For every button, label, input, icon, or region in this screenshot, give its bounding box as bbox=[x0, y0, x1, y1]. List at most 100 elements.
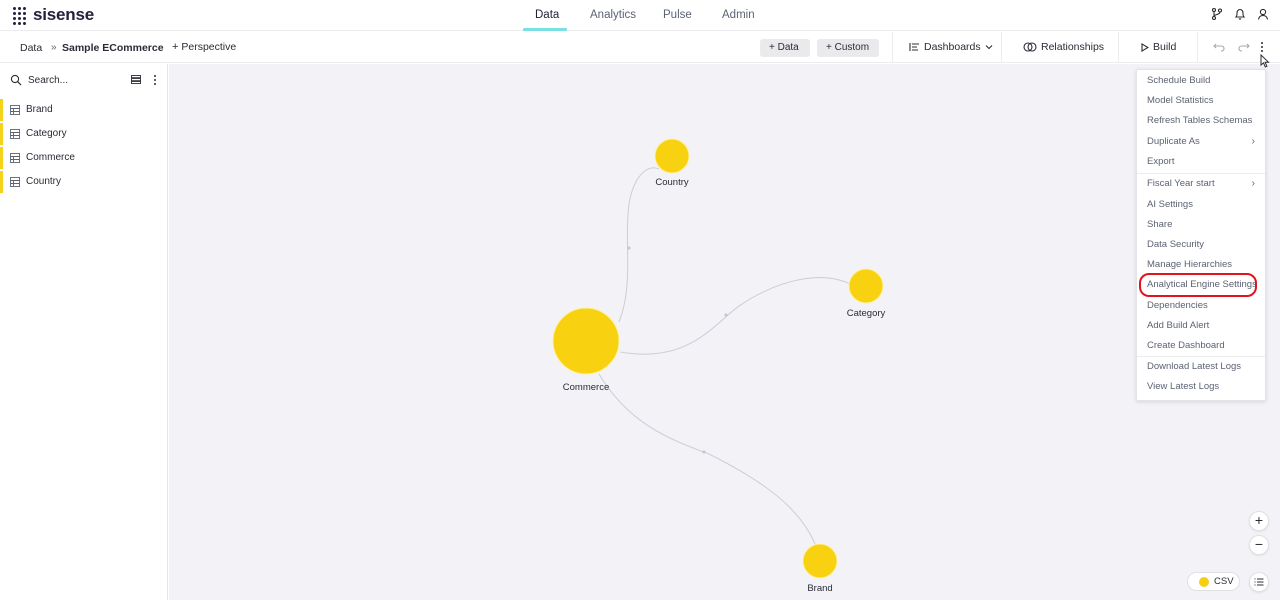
table-name: Category bbox=[26, 128, 67, 139]
menu-item-export[interactable]: Export bbox=[1137, 152, 1265, 172]
table-name: Commerce bbox=[26, 152, 75, 163]
menu-item-label: Analytical Engine Settings bbox=[1147, 279, 1257, 290]
table-name: Country bbox=[26, 176, 62, 187]
bell-icon[interactable] bbox=[1233, 7, 1247, 21]
table-icon bbox=[10, 105, 20, 115]
node-label-category[interactable]: Category bbox=[847, 308, 886, 319]
menu-item-data-security[interactable]: Data Security bbox=[1137, 235, 1265, 255]
relationships-icon bbox=[1023, 42, 1037, 52]
node-label-brand[interactable]: Brand bbox=[807, 583, 832, 594]
menu-item-add-build-alert[interactable]: Add Build Alert bbox=[1137, 316, 1265, 336]
menu-item-duplicate-as[interactable]: Duplicate As › bbox=[1137, 132, 1265, 152]
node-country bbox=[654, 138, 690, 174]
add-perspective-button[interactable]: + Perspective bbox=[172, 41, 236, 53]
perspective-label: Perspective bbox=[181, 41, 237, 53]
tab-analytics[interactable]: Analytics bbox=[590, 9, 636, 21]
add-custom-label: Custom bbox=[834, 42, 870, 53]
tables-search-input[interactable] bbox=[28, 73, 118, 87]
table-type-accent bbox=[0, 147, 3, 169]
build-label: Build bbox=[1153, 41, 1177, 53]
chevron-right-icon: › bbox=[1251, 136, 1255, 147]
chevron-down-icon bbox=[985, 45, 993, 50]
menu-item-label: Schedule Build bbox=[1147, 75, 1211, 86]
table-item-commerce[interactable]: Commerce bbox=[0, 146, 167, 170]
model-toolbar: Data » Sample ECommerce + Perspective + … bbox=[0, 32, 1280, 63]
list-icon bbox=[1254, 578, 1264, 586]
model-canvas[interactable]: Country Category Commerce Brand bbox=[169, 64, 1280, 600]
menu-item-fiscal-year-start[interactable]: Fiscal Year start › bbox=[1137, 174, 1265, 194]
menu-item-refresh-tables-schemas[interactable]: Refresh Tables Schemas bbox=[1137, 111, 1265, 131]
menu-item-label: Manage Hierarchies bbox=[1147, 259, 1233, 270]
node-brand bbox=[802, 543, 838, 579]
user-icon[interactable] bbox=[1256, 7, 1270, 21]
sisense-logo[interactable]: sisense bbox=[13, 5, 94, 25]
panel-more-kebab-icon[interactable] bbox=[152, 74, 158, 86]
toolbar-divider bbox=[1118, 32, 1119, 63]
breadcrumb-data-link[interactable]: Data bbox=[20, 42, 42, 54]
tables-list: Brand Category Commerce Country bbox=[0, 98, 167, 194]
zoom-out-button[interactable]: − bbox=[1249, 535, 1269, 555]
table-icon bbox=[10, 129, 20, 139]
relationship-edge-commerce-brand bbox=[598, 373, 821, 560]
list-view-icon[interactable] bbox=[131, 75, 141, 84]
menu-item-create-dashboard[interactable]: Create Dashboard bbox=[1137, 336, 1265, 356]
csv-legend[interactable]: CSV bbox=[1187, 572, 1240, 591]
plus-icon: + bbox=[1254, 512, 1264, 528]
table-item-brand[interactable]: Brand bbox=[0, 98, 167, 122]
table-item-category[interactable]: Category bbox=[0, 122, 167, 146]
edge-midpoint-marker bbox=[724, 313, 728, 317]
add-data-button[interactable]: + Data bbox=[760, 39, 810, 57]
edge-midpoint-marker bbox=[627, 246, 631, 250]
table-type-accent bbox=[0, 123, 3, 145]
node-label-commerce[interactable]: Commerce bbox=[563, 382, 609, 393]
build-button[interactable]: Build bbox=[1141, 41, 1176, 53]
edge-midpoint-marker bbox=[702, 450, 706, 454]
tab-data[interactable]: Data bbox=[535, 9, 559, 21]
menu-item-analytical-engine-settings[interactable]: Analytical Engine Settings bbox=[1137, 275, 1265, 295]
tab-pulse[interactable]: Pulse bbox=[663, 9, 692, 21]
menu-item-label: Model Statistics bbox=[1147, 95, 1214, 106]
menu-item-label: Add Build Alert bbox=[1147, 320, 1210, 331]
node-label-country[interactable]: Country bbox=[655, 177, 688, 188]
breadcrumb-model-name: Sample ECommerce bbox=[62, 42, 164, 54]
tables-panel: Brand Category Commerce Country bbox=[0, 64, 168, 600]
csv-legend-label: CSV bbox=[1214, 576, 1234, 587]
menu-item-download-latest-logs[interactable]: Download Latest Logs bbox=[1137, 357, 1265, 377]
table-type-accent bbox=[0, 99, 3, 121]
menu-item-dependencies[interactable]: Dependencies bbox=[1137, 296, 1265, 316]
table-icon bbox=[10, 153, 20, 163]
menu-item-share[interactable]: Share bbox=[1137, 215, 1265, 235]
active-tab-indicator bbox=[523, 28, 567, 31]
relationships-button[interactable]: Relationships bbox=[1023, 41, 1104, 53]
toolbar-divider bbox=[1197, 32, 1198, 63]
menu-item-label: AI Settings bbox=[1147, 199, 1193, 210]
dashboards-dropdown[interactable]: Dashboards bbox=[909, 41, 993, 53]
plus-icon: + bbox=[826, 42, 835, 53]
play-icon bbox=[1141, 42, 1149, 52]
menu-item-label: Refresh Tables Schemas bbox=[1147, 115, 1253, 126]
legend-toggle-button[interactable] bbox=[1249, 572, 1269, 592]
relationships-label: Relationships bbox=[1041, 41, 1105, 53]
tab-admin[interactable]: Admin bbox=[722, 9, 755, 21]
menu-item-ai-settings[interactable]: AI Settings bbox=[1137, 195, 1265, 215]
csv-legend-dot bbox=[1199, 577, 1209, 587]
toolbar-divider bbox=[1001, 32, 1002, 63]
redo-icon[interactable] bbox=[1238, 42, 1250, 52]
add-custom-button[interactable]: + Custom bbox=[817, 39, 879, 57]
main-nav-tabs: Data Analytics Pulse Admin bbox=[0, 0, 1280, 31]
add-data-label: Data bbox=[777, 42, 799, 53]
menu-item-view-latest-logs[interactable]: View Latest Logs bbox=[1137, 377, 1265, 397]
menu-item-model-statistics[interactable]: Model Statistics bbox=[1137, 91, 1265, 111]
menu-item-label: Create Dashboard bbox=[1147, 340, 1225, 351]
undo-icon[interactable] bbox=[1213, 42, 1225, 52]
search-icon bbox=[10, 74, 22, 86]
table-icon bbox=[10, 177, 20, 187]
table-item-country[interactable]: Country bbox=[0, 170, 167, 194]
git-branch-icon[interactable] bbox=[1210, 7, 1224, 21]
mouse-cursor-icon bbox=[1260, 54, 1270, 68]
menu-item-manage-hierarchies[interactable]: Manage Hierarchies bbox=[1137, 255, 1265, 275]
relationship-edge-commerce-country bbox=[618, 167, 660, 323]
menu-item-label: Fiscal Year start bbox=[1147, 178, 1215, 189]
zoom-in-button[interactable]: + bbox=[1249, 511, 1269, 531]
menu-item-schedule-build[interactable]: Schedule Build bbox=[1137, 71, 1265, 91]
